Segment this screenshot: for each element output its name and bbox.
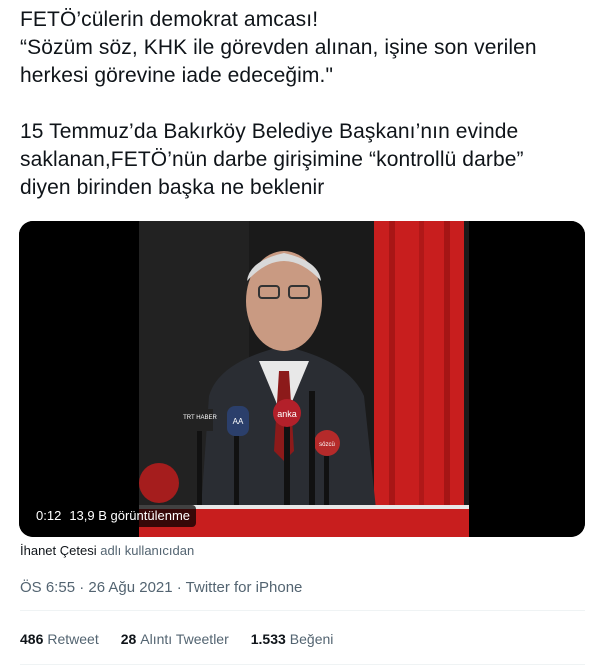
retweets-count: 486 [20, 631, 44, 647]
mic-label-sozcu: sözcü [319, 442, 335, 448]
video-info-badge: 0:12 13,9 B görüntülenme [30, 505, 197, 527]
attribution-author-link[interactable]: İhanet Çetesi [20, 543, 97, 558]
divider [20, 610, 585, 611]
quotes-count: 28 [120, 631, 137, 647]
tweet-line: diyen birinden başka ne beklenir [20, 176, 325, 199]
mic-label-trt: TRT HABER [183, 415, 217, 421]
retweets-stat[interactable]: 486 Retweet [20, 631, 99, 647]
video-player[interactable]: anka AA TRT HABER sözcü 0:12 13,9 B görün… [19, 221, 585, 537]
quotes-label: Alıntı Tweetler [140, 631, 229, 647]
video-frame: anka AA TRT HABER sözcü [19, 221, 585, 537]
tweet-timestamp[interactable]: ÖS 6:55 · 26 Ağu 2021 · Twitter for iPho… [20, 579, 302, 596]
attribution-suffix: adlı kullanıcıdan [100, 543, 195, 558]
quote-tweets-stat[interactable]: 28 Alıntı Tweetler [121, 631, 229, 647]
mic-label-anka: anka [277, 409, 297, 419]
tweet-text: FETÖ’cülerin demokrat amcası! “Sözüm söz… [20, 6, 580, 202]
tweet-line: FETÖ’cülerin demokrat amcası! [20, 8, 319, 31]
video-duration: 0:12 [36, 508, 62, 523]
likes-label: Beğeni [289, 631, 334, 647]
tweet-line: herkesi görevine iade edeceğim." [20, 64, 334, 87]
video-attribution: İhanet Çetesi adlı kullanıcıdan [20, 543, 194, 558]
likes-stat[interactable]: 1.533 Beğeni [251, 631, 334, 647]
tweet-line: saklanan,FETÖ’nün darbe girişimine “kont… [20, 148, 524, 171]
divider [20, 664, 585, 665]
mic-label-aa: AA [233, 417, 244, 426]
tweet-line: “Sözüm söz, KHK ile görevden alınan, işi… [20, 36, 537, 59]
likes-count: 1.533 [250, 631, 286, 647]
retweets-label: Retweet [47, 631, 99, 647]
tweet-line: 15 Temmuz’da Bakırköy Belediye Başkanı’n… [20, 120, 519, 143]
video-views: 13,9 B görüntülenme [69, 508, 191, 523]
tweet-stats: 486 Retweet 28 Alıntı Tweetler 1.533 Beğeni [20, 631, 333, 647]
